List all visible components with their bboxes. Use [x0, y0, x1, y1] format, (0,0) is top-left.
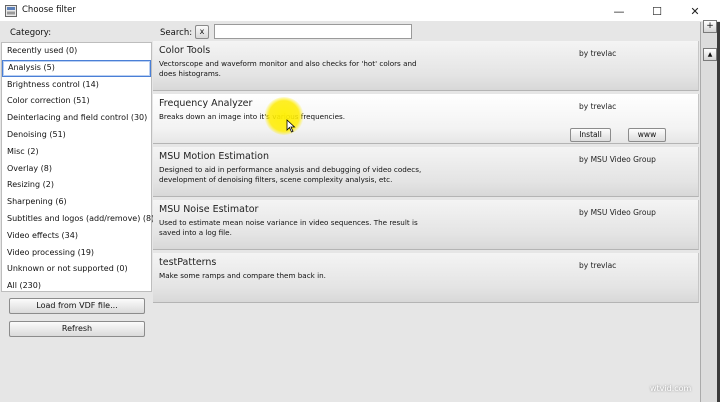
plus-icon[interactable]: +: [703, 20, 717, 33]
category-item-video-effects[interactable]: Video effects (34): [2, 228, 151, 245]
refresh-button[interactable]: Refresh: [9, 321, 145, 337]
category-item-analysis[interactable]: Analysis (5): [2, 59, 151, 77]
filter-author: by trevlac: [579, 49, 617, 58]
filter-author: by MSU Video Group: [579, 155, 656, 164]
category-item-video-processing[interactable]: Video processing (19): [2, 245, 151, 262]
install-button[interactable]: Install: [570, 128, 611, 142]
filter-description: Vectorscope and waveform monitor and als…: [159, 59, 417, 78]
category-list[interactable]: Recently used (0) Analysis (5) Brightnes…: [1, 42, 154, 295]
category-item-misc[interactable]: Misc (2): [2, 144, 151, 161]
search-input[interactable]: [214, 24, 412, 39]
dialog-content: Category: Search: x Recently used (0) An…: [0, 22, 700, 402]
filter-app-icon: [5, 5, 17, 17]
filter-name: testPatterns: [159, 257, 217, 268]
category-item-denoising[interactable]: Denoising (51): [2, 127, 151, 144]
filter-name: Frequency Analyzer: [159, 98, 253, 109]
search-label: Search:: [160, 28, 193, 38]
category-item-sharpening[interactable]: Sharpening (6): [2, 194, 151, 211]
mouse-cursor-icon: [286, 119, 296, 133]
title-bar: Choose filter — ☐ ✕: [0, 0, 720, 22]
category-item-resizing[interactable]: Resizing (2): [2, 177, 151, 194]
category-item-subtitles-logos[interactable]: Subtitles and logos (add/remove) (8): [2, 211, 154, 228]
load-vdf-button[interactable]: Load from VDF file...: [9, 298, 145, 314]
minimize-button[interactable]: —: [602, 0, 636, 22]
window-title: Choose filter: [22, 5, 76, 15]
category-item-brightness-control[interactable]: Brightness control (14): [2, 77, 151, 94]
filter-name: Color Tools: [159, 45, 211, 56]
filter-description: Make some ramps and compare them back in…: [159, 271, 326, 280]
filter-description: Used to estimate mean noise variance in …: [159, 218, 418, 237]
filter-name: MSU Motion Estimation: [159, 151, 270, 162]
category-item-all[interactable]: All (230): [2, 278, 151, 295]
category-item-unknown[interactable]: Unknown or not supported (0): [2, 261, 151, 278]
filter-list: Color Tools by trevlac Vectorscope and w…: [153, 41, 699, 306]
filter-card-msu-noise-estimator[interactable]: MSU Noise Estimator by MSU Video Group U…: [153, 200, 699, 250]
filter-description: Designed to aid in performance analysis …: [159, 165, 422, 184]
category-item-overlay[interactable]: Overlay (8): [2, 161, 151, 178]
category-label: Category:: [10, 28, 52, 38]
www-button[interactable]: www: [628, 128, 666, 142]
filter-name: MSU Noise Estimator: [159, 204, 259, 215]
filter-author: by MSU Video Group: [579, 208, 656, 217]
watermark: wtvid.com: [650, 384, 692, 393]
filter-card-msu-motion-estimation[interactable]: MSU Motion Estimation by MSU Video Group…: [153, 147, 699, 197]
maximize-button[interactable]: ☐: [640, 0, 674, 22]
filter-card-testpatterns[interactable]: testPatterns by trevlac Make some ramps …: [153, 253, 699, 303]
filter-card-color-tools[interactable]: Color Tools by trevlac Vectorscope and w…: [153, 41, 699, 91]
category-item-deinterlacing[interactable]: Deinterlacing and field control (30): [2, 110, 151, 127]
cursor-highlight: [264, 97, 304, 135]
filter-author: by trevlac: [579, 261, 617, 270]
filter-card-frequency-analyzer[interactable]: Frequency Analyzer by trevlac Breaks dow…: [153, 94, 699, 144]
close-button[interactable]: ✕: [678, 0, 712, 22]
category-item-recently-used[interactable]: Recently used (0): [2, 43, 151, 60]
filter-author: by trevlac: [579, 102, 617, 111]
scroll-up-icon[interactable]: ▲: [703, 48, 717, 61]
category-item-color-correction[interactable]: Color correction (51): [2, 93, 151, 110]
clear-search-button[interactable]: x: [195, 25, 209, 39]
